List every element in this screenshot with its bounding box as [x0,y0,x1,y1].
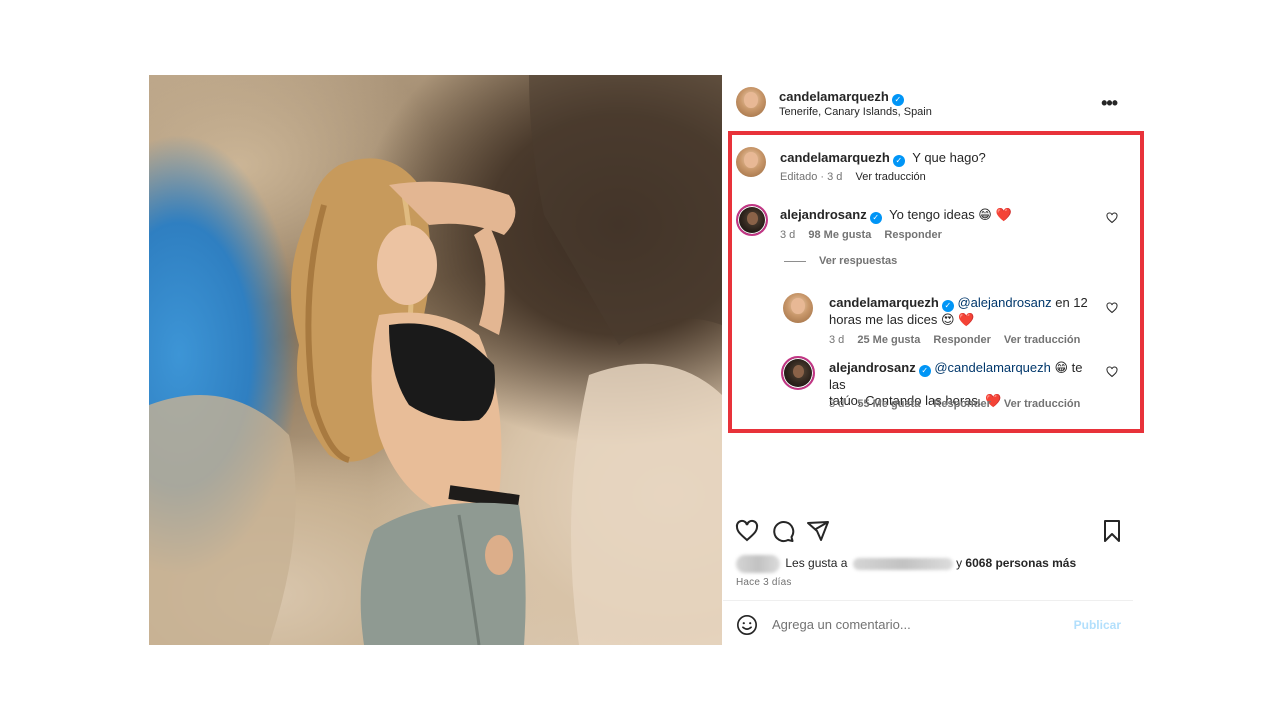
comment-input[interactable]: Agrega un comentario... [772,617,911,632]
post-sidebar: candelamarquezh ✓ Tenerife, Canary Island… [723,75,1144,645]
liker-avatars[interactable] [736,555,780,573]
translate-link[interactable]: Ver traducción [855,171,925,183]
reply-button[interactable]: Responder [884,229,941,241]
share-icon[interactable] [806,519,830,543]
post-location[interactable]: Tenerife, Canary Islands, Spain [779,106,932,118]
likes-count[interactable]: 6068 personas más [965,556,1076,570]
comment-icon[interactable] [771,519,795,543]
post-timestamp[interactable]: Hace 3 días [736,577,792,588]
comment-username[interactable]: alejandrosanz [780,207,867,222]
likes-prefix: Les gusta a [785,556,848,571]
comment-time[interactable]: 3 d [827,171,842,183]
translate-link[interactable]: Ver traducción [1004,334,1080,346]
reply-button[interactable]: Responder [933,334,990,346]
author-username[interactable]: candelamarquezh [779,89,889,104]
like-comment-icon[interactable] [1106,212,1118,224]
liker-username-blurred[interactable] [852,558,953,570]
reply-time[interactable]: 3 d [829,398,844,410]
verified-badge-icon: ✓ [869,212,882,224]
likes-summary: Les gusta a y 6068 personas más [736,555,1076,575]
comment-text: Y que hago? [912,150,986,165]
add-comment-bar: Agrega un comentario... Publicar [723,607,1133,641]
reply-text: en 12 [1051,295,1088,310]
divider [723,600,1133,601]
photo-illustration [149,75,722,645]
commenter-avatar[interactable] [783,293,813,323]
commenter-avatar[interactable] [736,204,768,236]
reply-text-line2: horas me las dices 😍 ❤️ [829,312,975,327]
verified-badge-icon: ✓ [941,300,954,312]
heart-icon[interactable] [735,519,759,543]
emoji-icon[interactable] [736,614,758,636]
reply-username[interactable]: candelamarquezh [829,295,939,310]
replies-line [784,261,806,262]
like-reply-icon[interactable] [1106,366,1118,378]
post-actions [735,519,1125,545]
reply-mention[interactable]: @candelamarquezh [934,360,1051,375]
like-reply-icon[interactable] [1106,302,1118,314]
view-replies-button[interactable]: Ver respuestas [819,255,897,267]
post-photo[interactable] [149,75,722,645]
reply-likes[interactable]: 25 Me gusta [857,334,920,346]
author-avatar[interactable] [736,87,766,117]
more-horizontal-icon[interactable]: ••• [1101,93,1118,114]
commenter-avatar[interactable] [781,356,815,390]
comment-time[interactable]: 3 d [780,229,795,241]
bookmark-icon[interactable] [1100,519,1124,543]
publish-button[interactable]: Publicar [1074,618,1121,632]
verified-badge-icon: ✓ [892,155,905,167]
comment-text: Yo tengo ideas 😁 ❤️ [889,207,1012,222]
verified-badge-icon: ✓ [891,94,904,106]
comment-username[interactable]: candelamarquezh [780,150,890,165]
post-header: candelamarquezh ✓ Tenerife, Canary Island… [723,75,1133,130]
likes-connector: y [956,556,963,571]
verified-badge-icon: ✓ [918,365,931,377]
reply-likes[interactable]: 55 Me gusta [857,398,920,410]
reply-mention[interactable]: @alejandrosanz [957,295,1051,310]
comment-likes[interactable]: 98 Me gusta [808,229,871,241]
translate-link[interactable]: Ver traducción [1004,398,1080,410]
reply-button[interactable]: Responder [933,398,990,410]
reply-time[interactable]: 3 d [829,334,844,346]
comment-edited: Editado [780,171,818,183]
commenter-avatar[interactable] [736,147,766,177]
reply-username[interactable]: alejandrosanz [829,360,916,375]
